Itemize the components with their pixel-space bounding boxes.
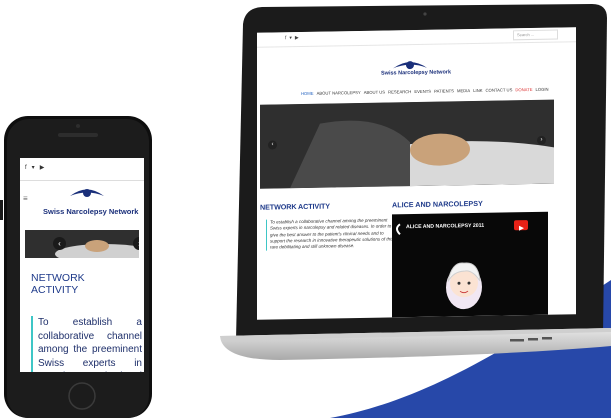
hamburger-menu-icon[interactable]: ≡ <box>23 194 28 203</box>
youtube-icon[interactable]: ▶ <box>40 165 50 171</box>
slider-next-button[interactable]: › <box>133 237 139 250</box>
social-links: f▾▶ <box>25 164 49 171</box>
twitter-icon[interactable]: ▾ <box>32 165 40 171</box>
slider-prev-button[interactable]: ‹ <box>53 237 66 250</box>
phone-screen: f▾▶ ≡ Swiss Narcolepsy Network ‹ › NETWO… <box>20 158 144 372</box>
logo-text: Swiss Narcolepsy Network <box>43 207 139 216</box>
phone-topbar: f▾▶ <box>20 158 144 181</box>
section-title-network-activity: NETWORK ACTIVITY <box>31 272 85 296</box>
facebook-icon[interactable]: f <box>25 165 32 171</box>
hero-slider: ‹ › <box>25 230 139 258</box>
network-activity-text: To establish a collaborative channel amo… <box>31 316 142 372</box>
hero-image-sleeping-man <box>25 230 139 258</box>
logo-eye-icon[interactable] <box>64 183 110 203</box>
